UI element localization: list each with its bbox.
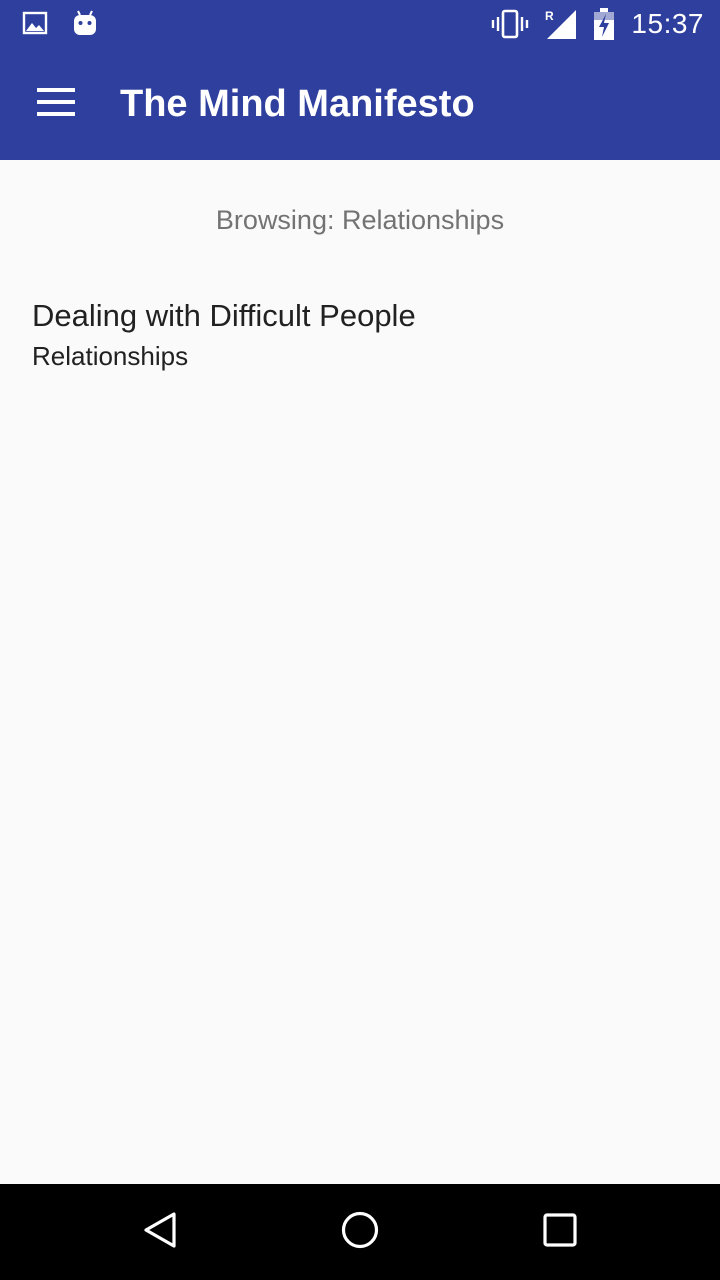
recent-apps-button[interactable] bbox=[500, 1184, 620, 1280]
home-icon bbox=[340, 1210, 380, 1255]
article-title: Dealing with Difficult People bbox=[32, 298, 416, 333]
status-left-icons bbox=[22, 9, 122, 37]
roaming-indicator: R bbox=[545, 9, 554, 23]
hamburger-menu-button[interactable] bbox=[20, 68, 92, 140]
home-button[interactable] bbox=[300, 1184, 420, 1280]
app-bar: The Mind Manifesto bbox=[0, 48, 720, 160]
app-title: The Mind Manifesto bbox=[120, 83, 475, 125]
recent-apps-icon bbox=[540, 1210, 580, 1255]
vibrate-icon bbox=[491, 9, 529, 39]
status-bar: R 15:37 bbox=[0, 0, 720, 48]
back-icon bbox=[140, 1210, 180, 1255]
navigation-bar bbox=[0, 1184, 720, 1280]
hamburger-menu-icon bbox=[37, 87, 75, 122]
article-category: Relationships bbox=[32, 341, 189, 371]
signal-roaming-icon: R bbox=[545, 8, 577, 40]
article-list-item[interactable]: Dealing with Difficult People Relationsh… bbox=[0, 294, 720, 384]
image-icon bbox=[22, 10, 48, 36]
android-icon bbox=[72, 9, 98, 37]
status-clock: 15:37 bbox=[631, 8, 704, 39]
browsing-label: Browsing: Relationships bbox=[215, 205, 505, 235]
back-button[interactable] bbox=[100, 1184, 220, 1280]
battery-charging-icon bbox=[593, 8, 615, 40]
status-right-icons: R 15:37 bbox=[491, 6, 704, 42]
main-content: Browsing: Relationships Dealing with Dif… bbox=[0, 160, 720, 1184]
